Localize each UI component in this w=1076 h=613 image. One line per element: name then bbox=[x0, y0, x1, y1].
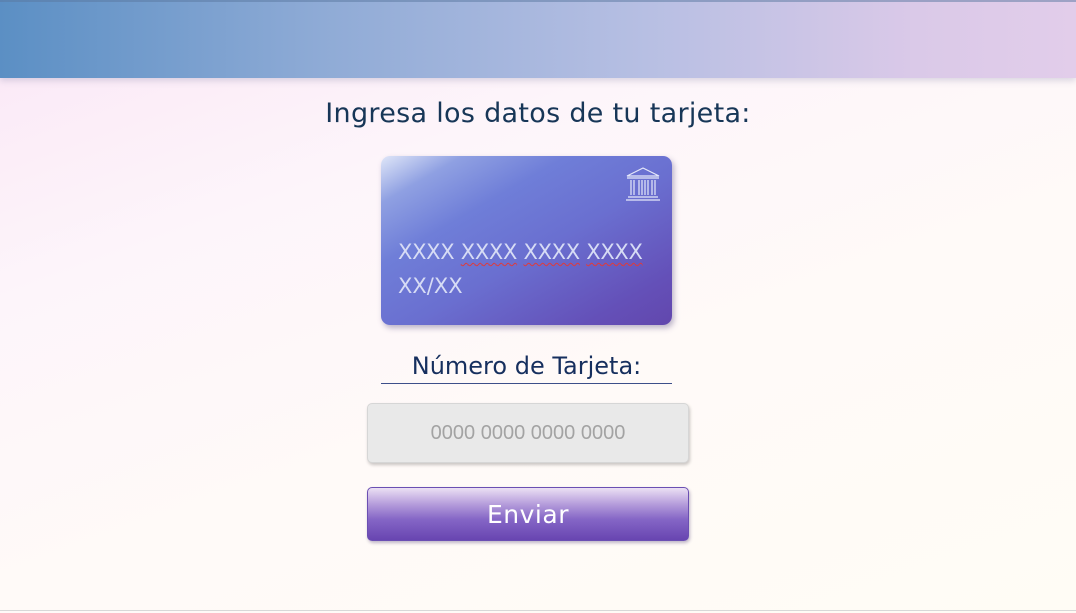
top-banner bbox=[0, 0, 1076, 78]
bank-icon bbox=[624, 166, 662, 202]
card-number-preview: XXXX XXXX XXXX XXXX bbox=[398, 240, 643, 264]
card-number-label: Número de Tarjeta: bbox=[381, 352, 672, 384]
submit-button[interactable]: Enviar bbox=[367, 487, 689, 541]
card-expiry-preview: XX/XX bbox=[398, 274, 463, 298]
card-number-group: XXXX bbox=[460, 240, 518, 264]
page-title: Ingresa los datos de tu tarjeta: bbox=[325, 98, 751, 129]
card-preview: XXXX XXXX XXXX XXXX XX/XX bbox=[381, 156, 672, 325]
bottom-divider bbox=[0, 610, 1076, 611]
card-number-input[interactable] bbox=[367, 403, 689, 463]
card-number-group: XXXX bbox=[523, 240, 581, 264]
card-number-group: XXXX bbox=[398, 240, 455, 264]
card-number-group: XXXX bbox=[586, 240, 643, 264]
